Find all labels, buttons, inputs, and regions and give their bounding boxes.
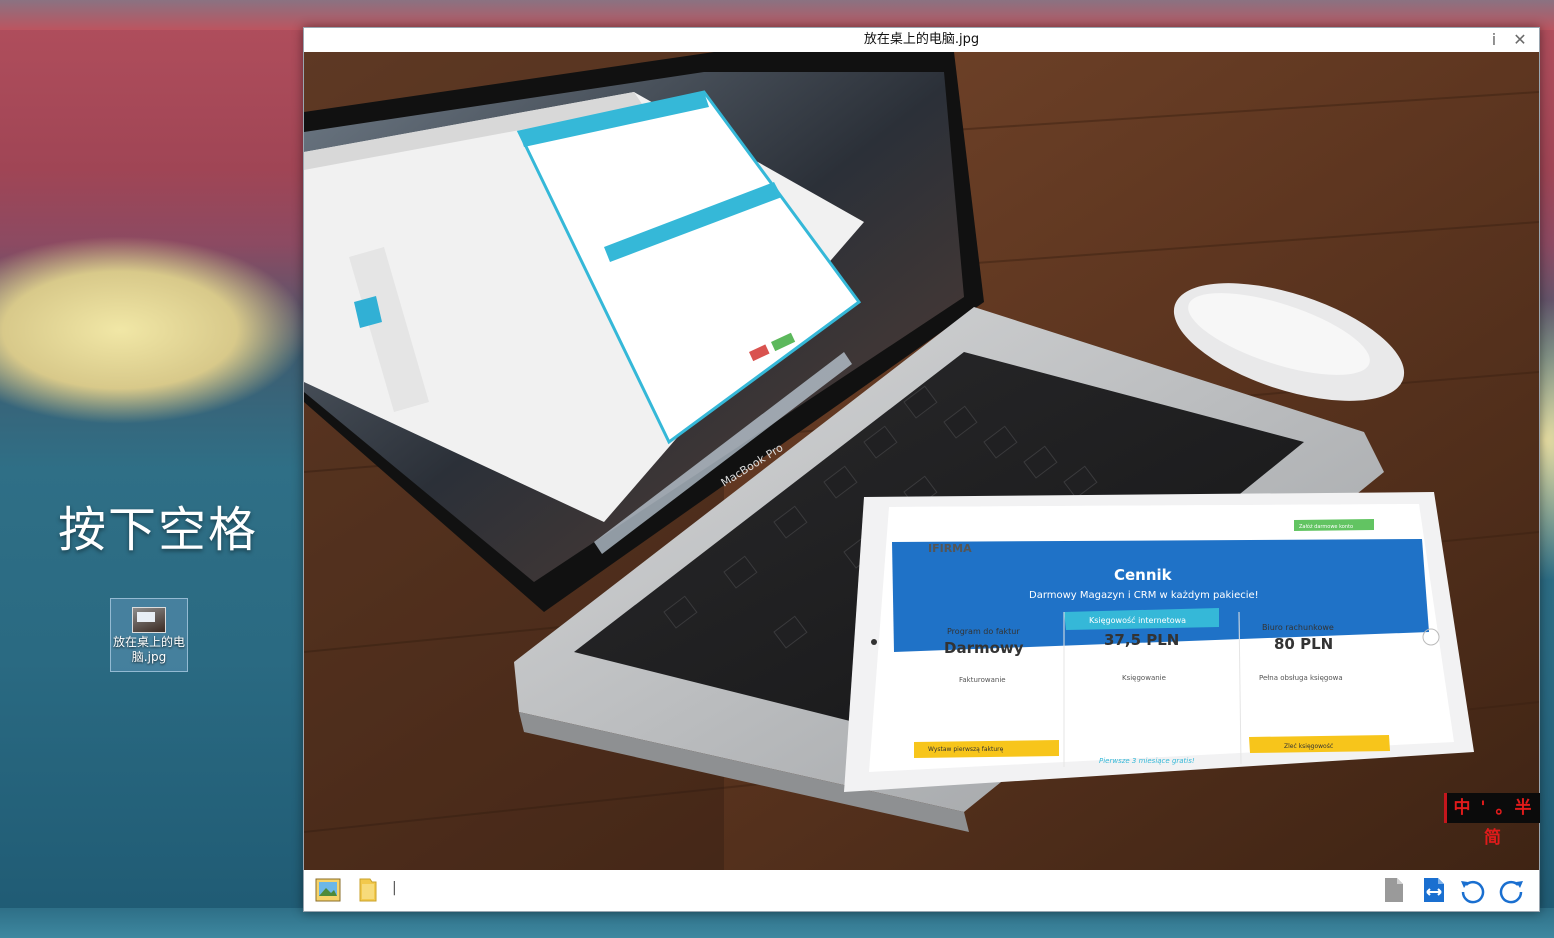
plan-2-section: Księgowanie bbox=[1122, 674, 1166, 682]
close-icon[interactable]: ✕ bbox=[1509, 28, 1531, 52]
desktop-file-icon[interactable]: 放在桌上的电脑.jpg bbox=[110, 598, 188, 672]
image-thumbnail-icon bbox=[132, 607, 166, 633]
plan-1-section: Fakturowanie bbox=[959, 676, 1006, 684]
plan-1-label: Program do faktur bbox=[947, 627, 1020, 636]
plan-2-label: Księgowość internetowa bbox=[1089, 615, 1186, 625]
plan-2-price: 37,5 PLN bbox=[1104, 631, 1179, 649]
folder-icon[interactable] bbox=[354, 876, 382, 904]
tablet-heading: Cennik bbox=[1114, 566, 1173, 584]
document-icon[interactable] bbox=[1380, 876, 1408, 904]
plan-3-label: Biuro rachunkowe bbox=[1262, 623, 1334, 632]
viewer-titlebar: 放在桌上的电脑.jpg i ✕ bbox=[304, 28, 1539, 52]
desktop-file-label: 放在桌上的电脑.jpg bbox=[112, 635, 185, 664]
plan-3-section: Pełna obsługa księgowa bbox=[1259, 674, 1343, 682]
tablet-logo: IFIRMA bbox=[928, 542, 972, 555]
wallpaper-top-band bbox=[0, 0, 1554, 30]
info-icon[interactable]: i bbox=[1483, 28, 1505, 52]
rotate-right-icon[interactable] bbox=[1498, 876, 1526, 904]
photo-area: MacBook Pro IFIRMA Cennik Darmowy Magazy… bbox=[304, 52, 1539, 870]
rotate-left-icon[interactable] bbox=[1458, 876, 1486, 904]
image-gallery-icon[interactable] bbox=[314, 876, 342, 904]
fit-width-icon[interactable] bbox=[1420, 876, 1448, 904]
tablet-subheading: Darmowy Magazyn i CRM w każdym pakiecie! bbox=[1029, 590, 1259, 601]
plan-3-price: 80 PLN bbox=[1274, 635, 1333, 653]
desktop-hint-text: 按下空格 bbox=[58, 502, 259, 558]
wallpaper-bottom-band bbox=[0, 908, 1554, 938]
image-viewer-window: 放在桌上的电脑.jpg i ✕ MacBook Pro IFIRMA Cenni… bbox=[303, 27, 1540, 912]
plan-1-price: Darmowy bbox=[944, 639, 1024, 657]
text-cursor: | bbox=[392, 880, 397, 896]
ime-status-bar[interactable]: 中 ' 。半 简 bbox=[1444, 793, 1540, 848]
photo-illustration: MacBook Pro IFIRMA Cennik Darmowy Magazy… bbox=[304, 52, 1539, 870]
tablet-cta: Załóż darmowe konto bbox=[1299, 523, 1353, 530]
viewer-title: 放在桌上的电脑.jpg bbox=[863, 32, 980, 47]
plan-3-button: Zleć księgowość bbox=[1284, 743, 1333, 750]
plan-1-button: Wystaw pierwszą fakturę bbox=[928, 746, 1004, 753]
viewer-toolbar: | bbox=[304, 870, 1539, 911]
plan-2-button: Pierwsze 3 miesiące gratis! bbox=[1099, 757, 1195, 765]
